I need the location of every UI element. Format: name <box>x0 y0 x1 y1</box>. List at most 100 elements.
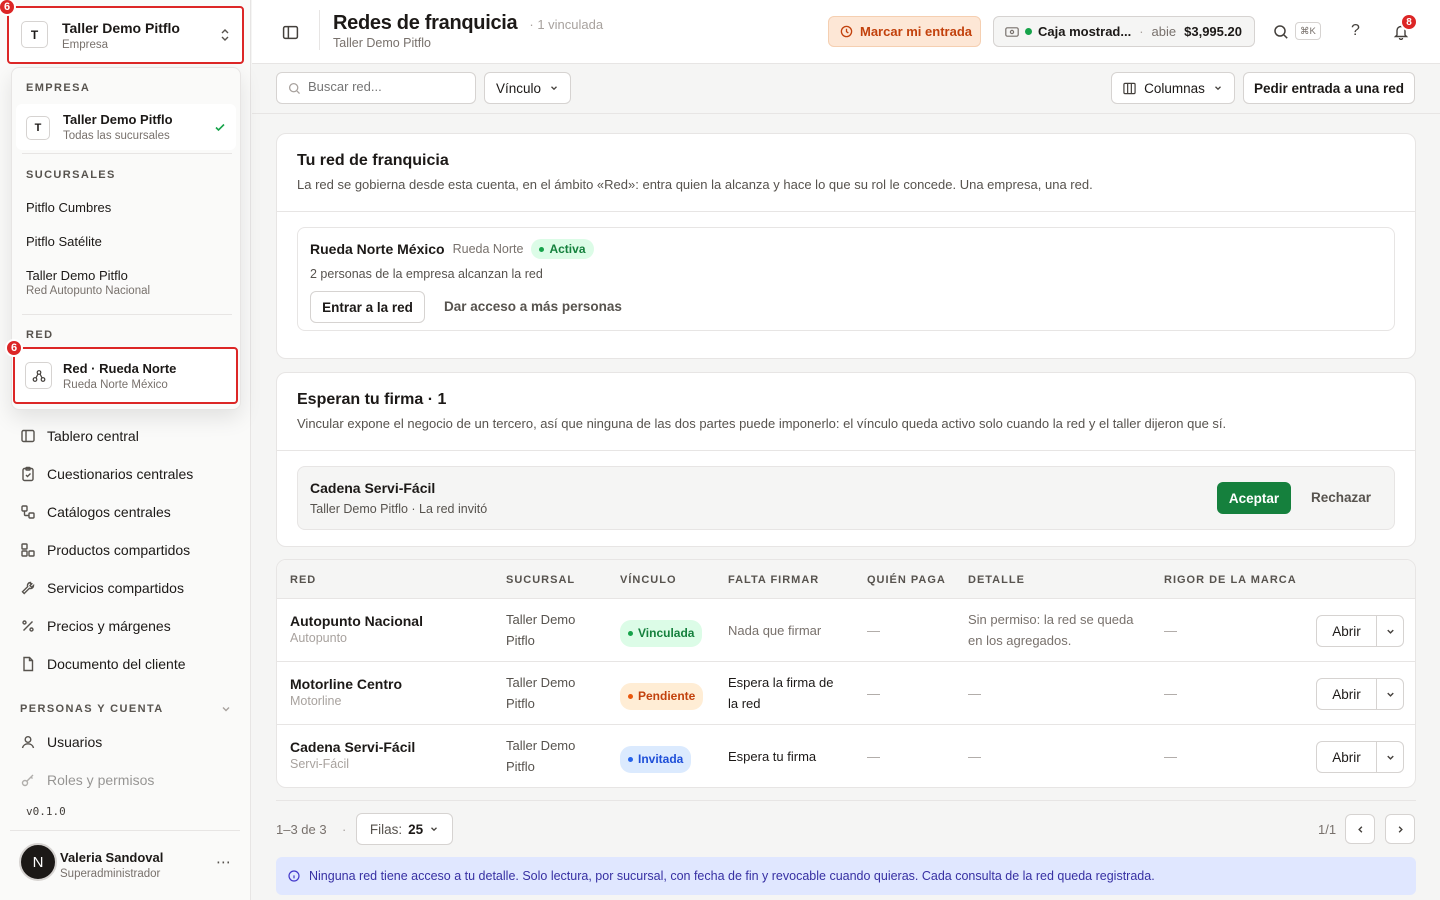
nav-item-productos[interactable]: Productos compartidos <box>20 542 190 558</box>
table-row[interactable]: Cadena Servi-Fácil Servi-Fácil Taller De… <box>277 724 1415 787</box>
open-button[interactable]: Abrir <box>1317 679 1377 709</box>
status-dot <box>1025 28 1032 35</box>
vinculo-filter[interactable]: Vínculo <box>484 72 571 104</box>
nav-item-catalogos[interactable]: Catálogos centrales <box>20 504 171 520</box>
dropdown-item-empresa[interactable]: T Taller Demo Pitflo Todas las sucursale… <box>16 104 236 150</box>
dropdown-item-sucursal[interactable]: Taller Demo Pitflo Red Autopunto Naciona… <box>26 268 150 297</box>
notification-count: 8 <box>1400 13 1418 31</box>
nav-item-documento[interactable]: Documento del cliente <box>20 656 186 672</box>
rows-per-page-select[interactable]: Filas: 25 <box>356 813 453 845</box>
own-network-card: Tu red de franquicia La red se gobierna … <box>276 133 1416 359</box>
section-personas-toggle[interactable]: PERSONAS Y CUENTA <box>20 703 232 715</box>
row-branch: Taller Demo Pitflo <box>506 675 576 711</box>
columns-icon <box>1123 82 1136 94</box>
checkin-button[interactable]: Marcar mi entrada <box>828 16 981 47</box>
annotation-badge: 6 <box>5 339 23 357</box>
row-name: Motorline Centro <box>290 676 402 692</box>
row-payer: — <box>867 623 880 638</box>
next-page-button[interactable] <box>1385 814 1415 844</box>
sidebar: Tablero central Cuestionarios centrales … <box>0 0 251 900</box>
catalog-icon <box>21 505 35 519</box>
nav-item-servicios[interactable]: Servicios compartidos <box>20 580 184 596</box>
more-icon[interactable]: ⋯ <box>216 853 232 871</box>
page-count: · 1 vinculada <box>529 17 604 32</box>
register-status-button[interactable]: Caja mostrad... · abie $3,995.20 <box>993 16 1255 47</box>
dropdown-item-red[interactable]: Red · Rueda Norte Rueda Norte México <box>13 347 238 404</box>
prev-page-button[interactable] <box>1345 814 1375 844</box>
column-header[interactable]: DETALLE <box>968 574 1025 586</box>
row-branch: Taller Demo Pitflo <box>506 738 576 774</box>
nav-item-roles[interactable]: Roles y permisos <box>20 772 154 788</box>
enter-network-button[interactable]: Entrar a la red <box>310 291 425 323</box>
columns-button[interactable]: Columnas <box>1111 72 1235 104</box>
search-input[interactable] <box>276 72 476 104</box>
nav-item-tablero-central[interactable]: Tablero central <box>20 428 139 444</box>
clipboard-icon <box>22 466 34 482</box>
grant-access-link[interactable]: Dar acceso a más personas <box>444 299 622 314</box>
pending-item: Cadena Servi-Fácil Taller Demo Pitflo · … <box>297 466 1395 530</box>
search-field[interactable] <box>308 79 468 94</box>
pending-name: Cadena Servi-Fácil <box>310 480 436 496</box>
dropdown-item-name: Red · Rueda Norte <box>63 361 177 376</box>
networks-table: RED SUCURSAL VÍNCULO FALTA FIRMAR QUIÉN … <box>276 559 1416 788</box>
column-header[interactable]: SUCURSAL <box>506 574 575 586</box>
table-row[interactable]: Motorline Centro Motorline Taller Demo Pi… <box>277 661 1415 724</box>
divider <box>277 450 1415 451</box>
page-title: Redes de franquicia <box>333 12 518 34</box>
register-status: abie <box>1151 24 1177 39</box>
layout-icon <box>21 429 35 443</box>
help-icon[interactable]: ? <box>1351 22 1360 40</box>
column-header[interactable]: VÍNCULO <box>620 574 677 586</box>
status-badge: Pendiente <box>620 683 704 710</box>
dropdown-item-subtitle: Todas las sucursales <box>63 130 170 142</box>
open-menu-button[interactable] <box>1377 742 1403 772</box>
org-name: Taller Demo Pitflo <box>62 20 180 36</box>
table-row[interactable]: Autopunto Nacional Autopunto Taller Demo… <box>277 598 1415 661</box>
open-button[interactable]: Abrir <box>1317 616 1377 646</box>
nav-item-usuarios[interactable]: Usuarios <box>20 734 102 750</box>
row-name: Cadena Servi-Fácil <box>290 739 416 755</box>
user-role: Superadministrador <box>60 868 161 880</box>
chevron-down-icon <box>1386 629 1394 634</box>
pagination-range: 1–3 de 3 <box>276 822 327 837</box>
sidebar-toggle-icon[interactable] <box>282 24 299 41</box>
column-header[interactable]: RED <box>290 574 316 586</box>
column-header[interactable]: QUIÉN PAGA <box>867 574 946 586</box>
document-icon <box>23 656 34 672</box>
org-initial: T <box>21 21 48 48</box>
column-header[interactable]: RIGOR DE LA MARCA <box>1164 574 1297 586</box>
section-title: Tu red de franquicia <box>297 152 449 169</box>
column-header[interactable]: FALTA FIRMAR <box>728 574 819 586</box>
search-icon[interactable] <box>1273 24 1289 40</box>
rows-label: Filas: <box>369 821 403 837</box>
user-menu[interactable]: N Valeria Sandoval Superadministrador ⋯ <box>19 841 239 881</box>
row-rigor: — <box>1164 623 1177 638</box>
pending-signature-card: Esperan tu firma · 1 Vincular expone el … <box>276 372 1416 547</box>
main-content: Redes de franquicia · 1 vinculada Taller… <box>252 0 1440 900</box>
version-label: v0.1.0 <box>26 805 66 818</box>
row-missing: Espera tu firma <box>728 749 817 764</box>
reject-button[interactable]: Rechazar <box>1311 490 1371 505</box>
key-icon <box>21 774 34 787</box>
info-icon <box>288 870 300 882</box>
register-amount: $3,995.20 <box>1184 24 1242 39</box>
cash-icon <box>1005 26 1019 37</box>
divider <box>276 800 1416 801</box>
section-label: PERSONAS Y CUENTA <box>20 703 164 715</box>
open-menu-button[interactable] <box>1377 616 1403 646</box>
dropdown-section-empresa: EMPRESA <box>26 82 91 94</box>
row-detail: — <box>968 749 981 764</box>
dropdown-item-sucursal[interactable]: Pitflo Satélite <box>26 234 102 249</box>
nav-item-precios[interactable]: Precios y márgenes <box>20 618 171 634</box>
row-rigor: — <box>1164 686 1177 701</box>
chevron-down-icon <box>431 827 438 832</box>
org-switcher[interactable]: T Taller Demo Pitflo Empresa <box>7 6 244 64</box>
check-icon <box>215 123 225 132</box>
request-entry-button[interactable]: Pedir entrada a una red <box>1243 72 1415 104</box>
accept-button[interactable]: Aceptar <box>1217 482 1291 514</box>
open-menu-button[interactable] <box>1377 679 1403 709</box>
open-button[interactable]: Abrir <box>1317 742 1377 772</box>
dropdown-item-sucursal[interactable]: Pitflo Cumbres <box>26 200 111 215</box>
nav-item-cuestionarios[interactable]: Cuestionarios centrales <box>20 466 193 482</box>
separator-dot: · <box>342 822 347 837</box>
